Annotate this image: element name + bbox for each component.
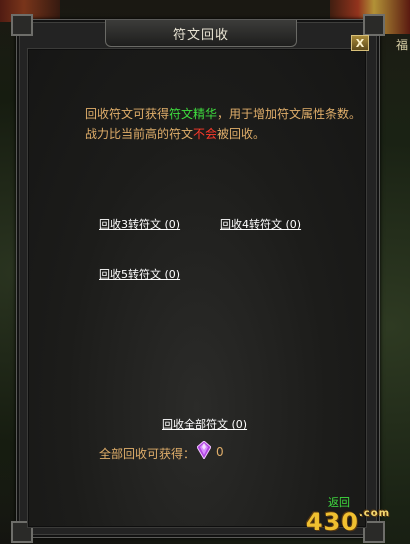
reward-label: 全部回收可获得： <box>99 447 196 461</box>
not-recycled-highlight: 不会 <box>193 127 218 141</box>
game-scene: 福 符文回收 X 回收符文可获得符文精华，用于增加符文属性条数。战力比当前高的符… <box>0 0 410 544</box>
recycle-tier4-runes-link[interactable]: 回收4转符文 (0) <box>220 216 301 232</box>
recycle-all-runes-link[interactable]: 回收全部符文 (0) <box>162 416 247 432</box>
panel-corner-ornament <box>11 14 33 36</box>
recycle-tier5-runes-link[interactable]: 回收5转符文 (0) <box>99 266 180 282</box>
recycle-tier3-runes-link[interactable]: 回收3转符文 (0) <box>99 216 180 232</box>
watermark-suffix: .com <box>358 508 390 519</box>
description-text: 回收符文可获得 <box>85 107 170 121</box>
purple-gem-icon <box>197 441 211 459</box>
recycle-description: 回收符文可获得符文精华，用于增加符文属性条数。战力比当前高的符文不会被回收。 <box>85 104 365 144</box>
panel-title: 符文回收 <box>172 27 229 43</box>
description-text: 被回收。 <box>217 127 266 141</box>
reward-count: 0 <box>216 445 224 459</box>
watermark-text: 430 <box>305 508 359 536</box>
site-watermark-logo: 430.com <box>306 508 390 536</box>
close-button[interactable]: X <box>351 35 369 51</box>
rune-essence-highlight: 符文精华 <box>169 107 218 121</box>
rune-recycle-panel: 符文回收 X 回收符文可获得符文精华，用于增加符文属性条数。战力比当前高的符文不… <box>11 14 385 543</box>
background-edge-text: 福 <box>395 38 408 52</box>
title-bar: 符文回收 <box>105 20 297 47</box>
panel-corner-ornament <box>363 14 385 36</box>
